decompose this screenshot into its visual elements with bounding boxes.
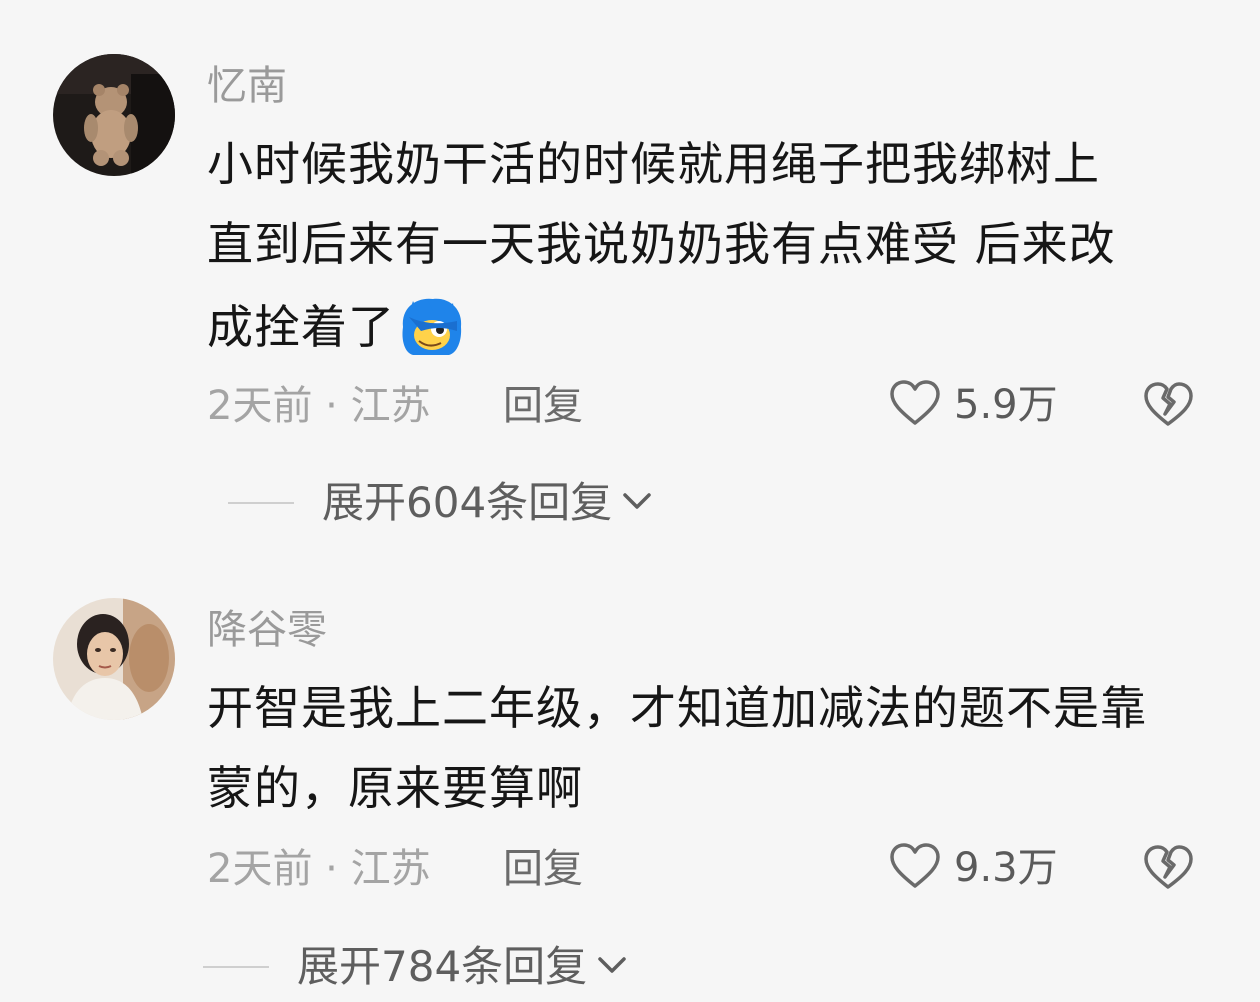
blue-hair-face-emoji-icon bbox=[399, 297, 463, 364]
comment-meta: 2天前 · 江苏 bbox=[207, 846, 431, 892]
divider bbox=[228, 502, 294, 504]
comment-text-line: 小时候我奶干活的时候就用绳子把我绑树上 bbox=[207, 137, 1100, 191]
like-count: 5.9万 bbox=[954, 382, 1058, 428]
expand-replies-button[interactable]: 展开784条回复 bbox=[203, 946, 629, 988]
broken-heart-icon[interactable] bbox=[1142, 380, 1194, 430]
comment-username[interactable]: 降谷零 bbox=[207, 610, 327, 650]
like-count: 9.3万 bbox=[954, 845, 1058, 891]
avatar[interactable] bbox=[53, 54, 175, 176]
chevron-down-icon bbox=[595, 953, 629, 981]
broken-heart-icon[interactable] bbox=[1142, 843, 1194, 893]
reply-button[interactable]: 回复 bbox=[503, 849, 583, 889]
comment-text-line: 开智是我上二年级，才知道加减法的题不是靠 bbox=[207, 681, 1147, 735]
heart-outline-icon bbox=[888, 842, 942, 894]
chevron-down-icon bbox=[620, 489, 654, 517]
expand-replies-label: 展开604条回复 bbox=[322, 478, 613, 527]
like-button[interactable]: 5.9万 bbox=[888, 380, 1058, 430]
comment-text-line: 直到后来有一天我说奶奶我有点难受 后来改 bbox=[207, 217, 1116, 271]
expand-replies-label: 展开784条回复 bbox=[297, 942, 588, 991]
like-button[interactable]: 9.3万 bbox=[888, 843, 1058, 893]
avatar[interactable] bbox=[53, 598, 175, 720]
comment-meta: 2天前 · 江苏 bbox=[207, 383, 431, 429]
comment-username[interactable]: 忆南 bbox=[207, 66, 287, 106]
reply-button[interactable]: 回复 bbox=[503, 386, 583, 426]
comment-text-line: 蒙的，原来要算啊 bbox=[207, 761, 583, 815]
comment-text-line-emoji: 成拴着了 bbox=[207, 297, 463, 364]
comment-text-line: 成拴着了 bbox=[207, 300, 395, 354]
divider bbox=[203, 966, 269, 968]
heart-outline-icon bbox=[888, 379, 942, 431]
expand-replies-button[interactable]: 展开604条回复 bbox=[228, 482, 654, 524]
